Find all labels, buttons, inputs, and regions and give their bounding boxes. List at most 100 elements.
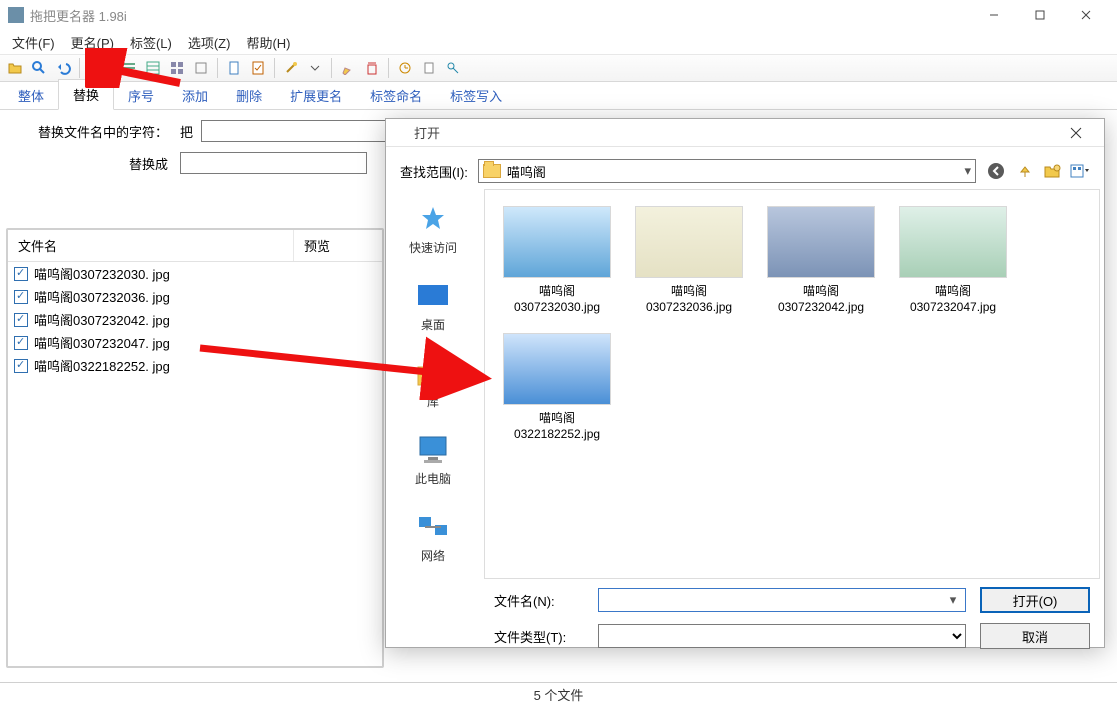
key-icon[interactable] <box>442 57 464 79</box>
file-browser[interactable]: 喵呜阁0307232030.jpg喵呜阁0307232036.jpg喵呜阁030… <box>484 189 1100 579</box>
thumbnail-caption: 0307232036.jpg <box>629 300 749 316</box>
wand-icon[interactable] <box>280 57 302 79</box>
delete-icon[interactable] <box>361 57 383 79</box>
toolbar-separator <box>217 58 218 78</box>
open-folder-icon[interactable] <box>4 57 26 79</box>
replace-to-input[interactable] <box>180 152 367 174</box>
filename-input[interactable]: ▾ <box>598 588 966 612</box>
file-name: 喵呜阁0307232047. jpg <box>34 333 170 352</box>
place-quick[interactable]: 快速访问 <box>409 203 457 256</box>
tab-add[interactable]: 添加 <box>168 81 222 110</box>
tab-replace[interactable]: 替换 <box>58 79 114 110</box>
table-icon[interactable] <box>142 57 164 79</box>
file-row[interactable]: 喵呜阁0307232047. jpg <box>8 331 382 354</box>
tab-serial[interactable]: 序号 <box>114 81 168 110</box>
look-in-value: 喵呜阁 <box>507 162 546 181</box>
tab-tagname[interactable]: 标签命名 <box>356 81 436 110</box>
open-button[interactable]: 打开(O) <box>980 587 1090 613</box>
close-button[interactable] <box>1063 0 1109 30</box>
mark-icon[interactable] <box>247 57 269 79</box>
places-bar: 快速访问 桌面 库 此电脑 网络 <box>386 189 480 579</box>
new-folder-icon[interactable] <box>1042 161 1062 181</box>
thumbnail-caption: 喵呜阁 <box>497 411 617 427</box>
view-menu-icon[interactable] <box>1070 161 1090 181</box>
thumbnail-caption: 喵呜阁 <box>893 284 1013 300</box>
tab-ext[interactable]: 扩展更名 <box>276 81 356 110</box>
thumbnail-image <box>503 333 611 405</box>
place-pc[interactable]: 此电脑 <box>415 434 451 487</box>
doc-icon[interactable] <box>223 57 245 79</box>
thumbnail-image <box>767 206 875 278</box>
column-preview[interactable]: 预览 <box>294 230 340 261</box>
grid-icon[interactable] <box>166 57 188 79</box>
back-icon[interactable] <box>986 161 1006 181</box>
toolbar-separator <box>331 58 332 78</box>
dialog-icon <box>394 126 408 140</box>
thumbnail[interactable]: 喵呜阁0307232030.jpg <box>497 206 617 315</box>
check-icon[interactable] <box>14 290 28 304</box>
file-row[interactable]: 喵呜阁0322182252. jpg <box>8 354 382 377</box>
tab-tagwrite[interactable]: 标签写入 <box>436 81 516 110</box>
minimize-button[interactable] <box>971 0 1017 30</box>
search-icon[interactable] <box>28 57 50 79</box>
toolbar-separator <box>79 58 80 78</box>
desktop-icon <box>415 280 451 312</box>
maximize-button[interactable] <box>1017 0 1063 30</box>
filetype-label: 文件类型(T): <box>494 627 584 646</box>
check-icon[interactable] <box>14 336 28 350</box>
detail-icon[interactable] <box>190 57 212 79</box>
dialog-title: 打开 <box>414 123 1056 142</box>
file-row[interactable]: 喵呜阁0307232042. jpg <box>8 308 382 331</box>
menu-bar: 文件(F) 更名(P) 标签(L) 选项(Z) 帮助(H) <box>0 30 1117 54</box>
replace-from-input[interactable] <box>201 120 388 142</box>
place-net[interactable]: 网络 <box>415 511 451 564</box>
thumbnail[interactable]: 喵呜阁0322182252.jpg <box>497 333 617 442</box>
page-icon[interactable] <box>418 57 440 79</box>
filetype-dropdown[interactable] <box>598 624 966 648</box>
toolbar-separator <box>112 58 113 78</box>
look-in-label: 查找范围(I): <box>400 162 468 181</box>
list-icon[interactable] <box>118 57 140 79</box>
check-icon[interactable] <box>14 267 28 281</box>
up-icon[interactable] <box>1014 161 1034 181</box>
tab-whole[interactable]: 整体 <box>4 81 58 110</box>
check-icon[interactable] <box>14 313 28 327</box>
cancel-button[interactable]: 取消 <box>980 623 1090 649</box>
place-desktop[interactable]: 桌面 <box>415 280 451 333</box>
file-list: 文件名 预览 喵呜阁0307232030. jpg喵呜阁0307232036. … <box>6 228 384 668</box>
check-icon[interactable] <box>85 57 107 79</box>
replace-from-label: 替换文件名中的字符： <box>20 122 180 141</box>
thumbnail[interactable]: 喵呜阁0307232042.jpg <box>761 206 881 315</box>
thumbnail-caption: 0322182252.jpg <box>497 427 617 443</box>
chevron-down-icon: ▾ <box>945 592 961 608</box>
file-row[interactable]: 喵呜阁0307232030. jpg <box>8 262 382 285</box>
menu-file[interactable]: 文件(F) <box>4 30 63 55</box>
clock-icon[interactable] <box>394 57 416 79</box>
window-title: 拖把更名器 1.98i <box>30 6 971 25</box>
menu-tags[interactable]: 标签(L) <box>122 30 180 55</box>
menu-options[interactable]: 选项(Z) <box>180 30 239 55</box>
check-icon[interactable] <box>14 359 28 373</box>
thumbnail-caption: 喵呜阁 <box>497 284 617 300</box>
menu-help[interactable]: 帮助(H) <box>238 30 298 55</box>
status-count: 5 个文件 <box>534 685 584 704</box>
file-row[interactable]: 喵呜阁0307232036. jpg <box>8 285 382 308</box>
thumbnail-image <box>503 206 611 278</box>
look-in-dropdown[interactable]: 喵呜阁 ▾ <box>478 159 976 183</box>
star-icon <box>415 203 451 235</box>
thumbnail[interactable]: 喵呜阁0307232047.jpg <box>893 206 1013 315</box>
thumbnail-caption: 喵呜阁 <box>629 284 749 300</box>
pc-icon <box>415 434 451 466</box>
app-icon <box>8 7 24 23</box>
thumbnail[interactable]: 喵呜阁0307232036.jpg <box>629 206 749 315</box>
file-name: 喵呜阁0307232042. jpg <box>34 310 170 329</box>
undo-icon[interactable] <box>52 57 74 79</box>
edit-icon[interactable] <box>337 57 359 79</box>
replace-to-label: 替换成 <box>20 154 180 173</box>
column-filename[interactable]: 文件名 <box>8 230 294 261</box>
dialog-close-button[interactable] <box>1056 120 1096 146</box>
chevron-down-icon[interactable] <box>304 57 326 79</box>
menu-rename[interactable]: 更名(P) <box>63 30 122 55</box>
place-lib[interactable]: 库 <box>415 357 451 410</box>
tab-delete[interactable]: 删除 <box>222 81 276 110</box>
